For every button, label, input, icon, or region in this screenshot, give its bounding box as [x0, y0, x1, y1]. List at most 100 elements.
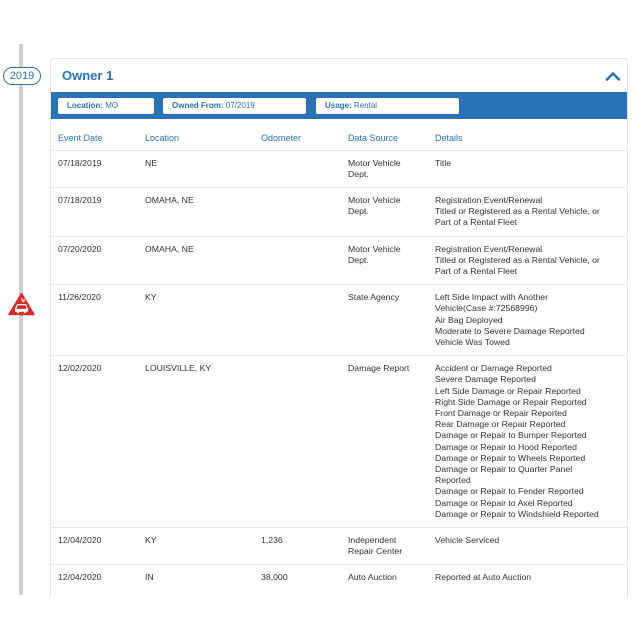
detail-line: Vehicle Was Towed	[435, 336, 510, 347]
header-event-date: Event Date	[58, 133, 103, 144]
detail-line: Left Side Impact with Another	[435, 292, 549, 303]
details-cell: Vehicle Serviced	[428, 526, 627, 565]
table-header-row: Event Date Location Odometer Data Source…	[51, 127, 627, 150]
year-badge: 2019	[3, 67, 41, 85]
data-source-line: Motor Vehicle	[348, 194, 401, 205]
event-date-cell: 07/18/2019	[51, 149, 138, 188]
detail-line: Part of a Rental Fleet	[435, 217, 518, 228]
data-source-line: Motor Vehicle	[348, 243, 401, 254]
table-row: 12/04/2020 KY 1,236 Independent Repair Cente…	[51, 526, 627, 565]
data-source-cell: Independent Repair Center	[341, 526, 428, 565]
data-source-cell: Motor Vehicle Dept.	[341, 235, 428, 285]
header-data-source: Data Source	[348, 133, 399, 144]
detail-line: Damage or Repair to Wheels Reported	[435, 452, 586, 463]
detail-line: Reported	[435, 475, 471, 486]
odometer-cell: 38,000	[254, 564, 341, 591]
data-source-line: Auto Auction	[348, 572, 397, 583]
table-row: 12/04/2020 IN 38,000 Auto Auction Reported a…	[51, 564, 627, 591]
odometer-cell	[254, 235, 341, 285]
detail-line: Accident or Damage Reported	[435, 363, 552, 374]
detail-line: Air Bag Deployed	[435, 314, 503, 325]
details-cell: Reported at Auto Auction	[428, 564, 627, 591]
odometer-cell: 1,236	[254, 526, 341, 565]
location-chip: Location: MO	[58, 98, 154, 114]
header-odometer: Odometer	[261, 133, 302, 144]
owner-title: Owner 1	[62, 68, 114, 83]
detail-line: Severe Damage Reported	[435, 374, 536, 385]
location-cell: OMAHA, NE	[138, 235, 254, 285]
location-cell: KY	[138, 284, 254, 356]
table-row: 12/02/2020 LOUISVILLE, KY Damage Report Acc…	[51, 355, 627, 528]
location-value: MO	[105, 101, 119, 110]
data-source-cell: Motor Vehicle Dept.	[341, 149, 428, 188]
detail-line: Titled or Registered as a Rental Vehicle…	[435, 206, 600, 217]
detail-line: Damage or Repair to Windshield Reported	[435, 508, 599, 519]
owned-from-chip: Owned From: 07/2019	[163, 98, 306, 114]
odometer-cell	[254, 149, 341, 188]
odometer-cell	[254, 355, 341, 528]
detail-line: Left Side Damage or Repair Reported	[435, 385, 581, 396]
event-date-cell: 12/04/2020	[51, 564, 138, 591]
data-source-line: Dept.	[348, 254, 369, 265]
detail-line: Damage or Repair to Quarter Panel	[435, 463, 573, 474]
detail-line: Damage or Repair to Hood Reported	[435, 441, 577, 452]
detail-line: Registration Event/Renewal	[435, 243, 543, 254]
data-source-cell: Motor Vehicle Dept.	[341, 186, 428, 237]
detail-line: Title	[435, 157, 452, 168]
details-cell: Accident or Damage Reported Severe Damage…	[428, 355, 627, 528]
owner-card: Owner 1 Location: MO Owned From: 07/2019…	[50, 58, 628, 598]
detail-line: Registration Event/Renewal	[435, 194, 543, 205]
owner-info-bar: Location: MO Owned From: 07/2019 Usage: …	[51, 92, 627, 119]
event-date-cell: 11/26/2020	[51, 284, 138, 356]
detail-line: Front Damage or Repair Reported	[435, 407, 567, 418]
timeline-line	[19, 44, 23, 595]
table-row: 07/20/2020 OMAHA, NE Motor Vehicle Dept. Reg…	[51, 235, 627, 285]
data-source-line: Dept.	[348, 206, 369, 217]
owned-from-label: Owned From:	[172, 101, 224, 110]
history-table-body: 07/18/2019 NE Motor Vehicle Dept. Title 07/18…	[51, 149, 627, 591]
table-row: 07/18/2019 OMAHA, NE Motor Vehicle Dept. Reg…	[51, 186, 627, 237]
detail-line: Part of a Rental Fleet	[435, 265, 518, 276]
data-source-cell: Damage Report	[341, 355, 428, 528]
detail-line: Moderate to Severe Damage Reported	[435, 325, 585, 336]
detail-line: Vehicle Serviced	[435, 534, 500, 545]
data-source-line: Independent	[348, 534, 397, 545]
details-cell: Left Side Impact with Another Vehicle(Cas…	[428, 284, 627, 356]
odometer-cell	[254, 186, 341, 237]
event-date-cell: 07/20/2020	[51, 235, 138, 285]
detail-line: Vehicle(Case #:72568996)	[435, 303, 538, 314]
location-cell: OMAHA, NE	[138, 186, 254, 237]
event-date-cell: 12/02/2020	[51, 355, 138, 528]
detail-line: Damage or Repair to Fender Reported	[435, 486, 584, 497]
location-cell: IN	[138, 564, 254, 591]
data-source-line: Motor Vehicle	[348, 157, 401, 168]
event-date-cell: 12/04/2020	[51, 526, 138, 565]
details-cell: Registration Event/Renewal Titled or Regi…	[428, 186, 627, 237]
data-source-line: Dept.	[348, 168, 369, 179]
chevron-up-icon[interactable]	[605, 69, 621, 81]
location-cell: KY	[138, 526, 254, 565]
detail-line: Titled or Registered as a Rental Vehicle…	[435, 254, 600, 265]
usage-label: Usage:	[325, 101, 352, 110]
data-source-line: State Agency	[348, 292, 400, 303]
usage-value: Rental	[353, 101, 378, 110]
table-row: 07/18/2019 NE Motor Vehicle Dept. Title	[51, 149, 627, 188]
data-source-cell: Auto Auction	[341, 564, 428, 591]
owner-card-header[interactable]: Owner 1	[51, 59, 627, 92]
table-row: 11/26/2020 KY State Agency Left Side Impact…	[51, 284, 627, 356]
location-cell: LOUISVILLE, KY	[138, 355, 254, 528]
header-location: Location	[145, 133, 180, 144]
event-date-cell: 07/18/2019	[51, 186, 138, 237]
detail-line: Damage or Repair to Bumper Reported	[435, 430, 587, 441]
detail-line: Right Side Damage or Repair Reported	[435, 396, 587, 407]
details-cell: Title	[428, 149, 627, 188]
data-source-line: Damage Report	[348, 363, 410, 374]
data-source-line: Repair Center	[348, 546, 403, 557]
detail-line: Damage or Repair to Axel Reported	[435, 497, 573, 508]
header-details: Details	[435, 133, 463, 144]
owned-from-value: 07/2019	[225, 101, 255, 110]
location-cell: NE	[138, 149, 254, 188]
odometer-cell	[254, 284, 341, 356]
usage-chip: Usage: Rental	[316, 98, 459, 114]
location-label: Location:	[67, 101, 103, 110]
